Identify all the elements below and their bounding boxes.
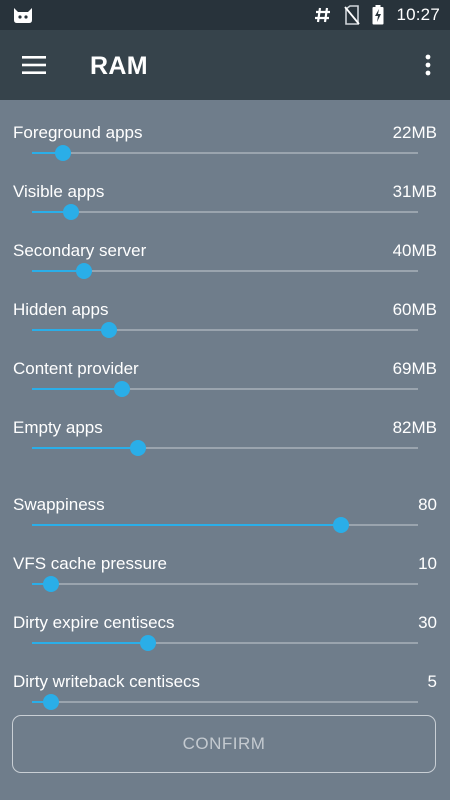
- slider-thumb[interactable]: [130, 440, 147, 456]
- setting-label: Foreground apps: [13, 123, 143, 142]
- cyanogenmod-bot-icon: [12, 6, 34, 24]
- slider-fill: [32, 447, 139, 449]
- setting-slider[interactable]: [32, 204, 418, 220]
- setting-value: 60MB: [392, 300, 437, 319]
- slider-thumb[interactable]: [62, 204, 79, 220]
- settings-list: Foreground apps 22MB Visible apps 31MB S…: [0, 100, 450, 800]
- status-bar: 10:27: [0, 0, 450, 30]
- slider-thumb[interactable]: [101, 322, 118, 338]
- setting-value: 22MB: [392, 123, 437, 142]
- setting-slider[interactable]: [32, 322, 418, 338]
- slider-fill: [32, 642, 148, 644]
- setting-row: Visible apps 31MB: [0, 182, 450, 240]
- setting-slider[interactable]: [32, 440, 418, 456]
- setting-row: Secondary server 40MB: [0, 241, 450, 299]
- setting-value: 82MB: [392, 418, 437, 437]
- setting-value: 10: [418, 554, 437, 573]
- setting-row: Swappiness 80: [0, 495, 450, 553]
- setting-label: Empty apps: [13, 418, 103, 437]
- setting-slider[interactable]: [32, 576, 418, 592]
- slider-fill: [32, 388, 122, 390]
- setting-slider[interactable]: [32, 381, 418, 397]
- setting-label: Content provider: [13, 359, 139, 378]
- slider-thumb[interactable]: [76, 263, 93, 279]
- setting-row: VFS cache pressure 10: [0, 554, 450, 612]
- setting-value: 80: [418, 495, 437, 514]
- slider-thumb[interactable]: [332, 517, 349, 533]
- page-title: RAM: [90, 52, 148, 80]
- setting-row: Content provider 69MB: [0, 359, 450, 417]
- setting-label: Dirty writeback centisecs: [13, 672, 201, 691]
- slider-thumb[interactable]: [113, 381, 130, 397]
- setting-row: Foreground apps 22MB: [0, 123, 450, 181]
- slider-thumb[interactable]: [54, 145, 71, 161]
- setting-slider[interactable]: [32, 517, 418, 533]
- setting-value: 5: [427, 672, 437, 691]
- setting-value: 69MB: [392, 359, 437, 378]
- hash-icon: [314, 6, 332, 24]
- setting-slider[interactable]: [32, 263, 418, 279]
- overflow-menu-icon[interactable]: [414, 45, 442, 85]
- setting-label: Visible apps: [13, 182, 105, 201]
- setting-value: 31MB: [392, 182, 437, 201]
- setting-label: VFS cache pressure: [13, 554, 168, 573]
- setting-value: 40MB: [392, 241, 437, 260]
- setting-slider[interactable]: [32, 145, 418, 161]
- setting-slider[interactable]: [32, 635, 418, 651]
- battery-charging-icon: [372, 5, 384, 25]
- setting-label: Secondary server: [13, 241, 147, 260]
- setting-label: Swappiness: [13, 495, 105, 514]
- confirm-button[interactable]: CONFIRM: [12, 715, 436, 773]
- slider-fill: [32, 524, 341, 526]
- setting-slider[interactable]: [32, 694, 418, 710]
- slider-thumb[interactable]: [43, 694, 60, 710]
- setting-row: Hidden apps 60MB: [0, 300, 450, 358]
- slider-fill: [32, 329, 110, 331]
- setting-label: Hidden apps: [13, 300, 109, 319]
- setting-label: Dirty expire centisecs: [13, 613, 175, 632]
- setting-row: Empty apps 82MB: [0, 418, 450, 476]
- hamburger-menu-icon[interactable]: [14, 45, 54, 85]
- setting-value: 30: [418, 613, 437, 632]
- no-sim-icon: [344, 5, 361, 25]
- slider-thumb[interactable]: [43, 576, 60, 592]
- slider-thumb[interactable]: [139, 635, 156, 651]
- app-toolbar: RAM: [0, 30, 450, 100]
- status-time: 10:27: [396, 5, 440, 24]
- setting-row: Dirty expire centisecs 30: [0, 613, 450, 671]
